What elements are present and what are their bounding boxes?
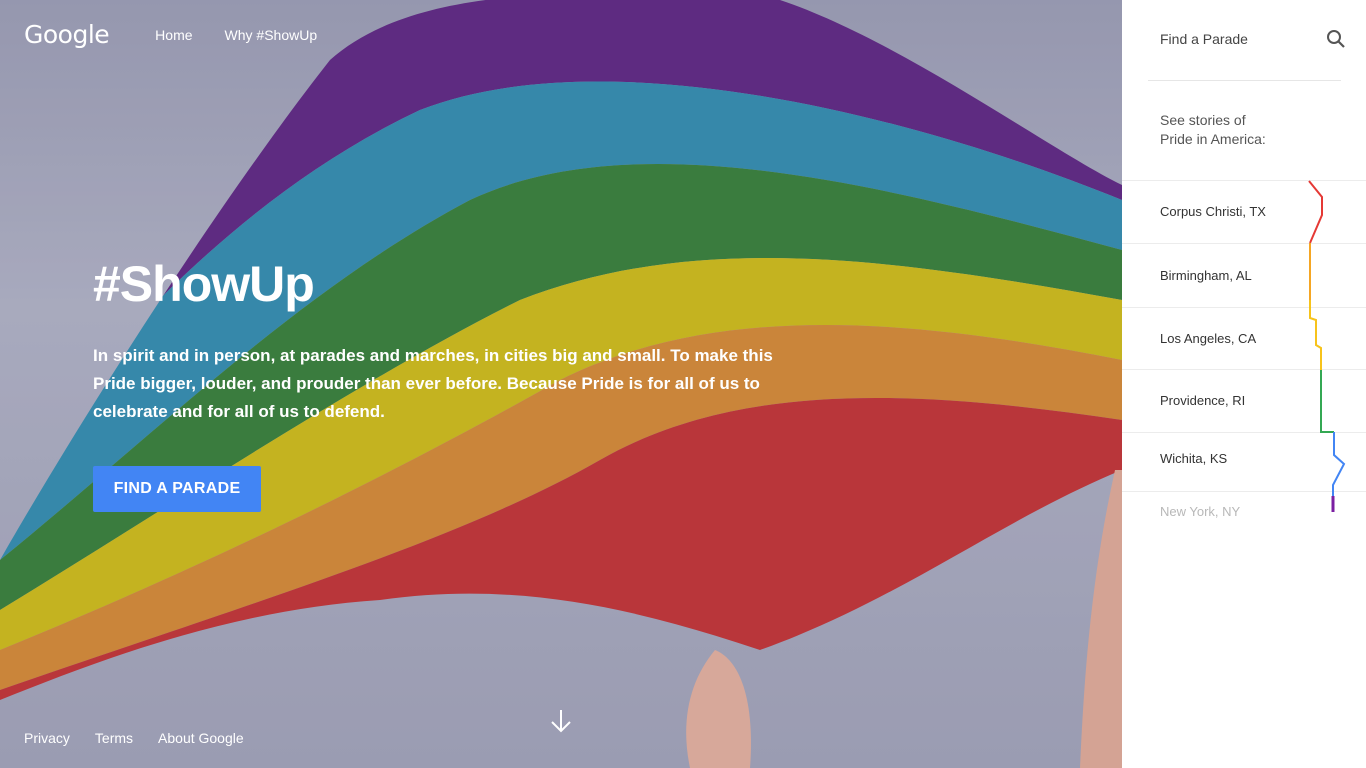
arrow-down-icon[interactable] <box>550 708 572 734</box>
nav-home-link[interactable]: Home <box>155 27 192 43</box>
hero-section: Google Home Why #ShowUp #ShowUp In spiri… <box>0 0 1122 768</box>
page-title: #ShowUp <box>93 256 315 312</box>
find-a-parade-button[interactable]: FIND A PARADE <box>93 466 261 512</box>
privacy-link[interactable]: Privacy <box>24 730 70 746</box>
hero-description: In spirit and in person, at parades and … <box>93 346 773 421</box>
nav-why-showup-link[interactable]: Why #ShowUp <box>225 27 318 43</box>
google-logo[interactable]: Google <box>24 20 110 49</box>
sidebar: Find a Parade See stories of Pride in Am… <box>1122 0 1366 768</box>
footer-links: Privacy Terms About Google <box>24 730 269 746</box>
terms-link[interactable]: Terms <box>95 730 133 746</box>
top-navigation: Google Home Why #ShowUp <box>24 20 349 49</box>
rainbow-line-decoration <box>1308 180 1346 512</box>
about-google-link[interactable]: About Google <box>158 730 244 746</box>
